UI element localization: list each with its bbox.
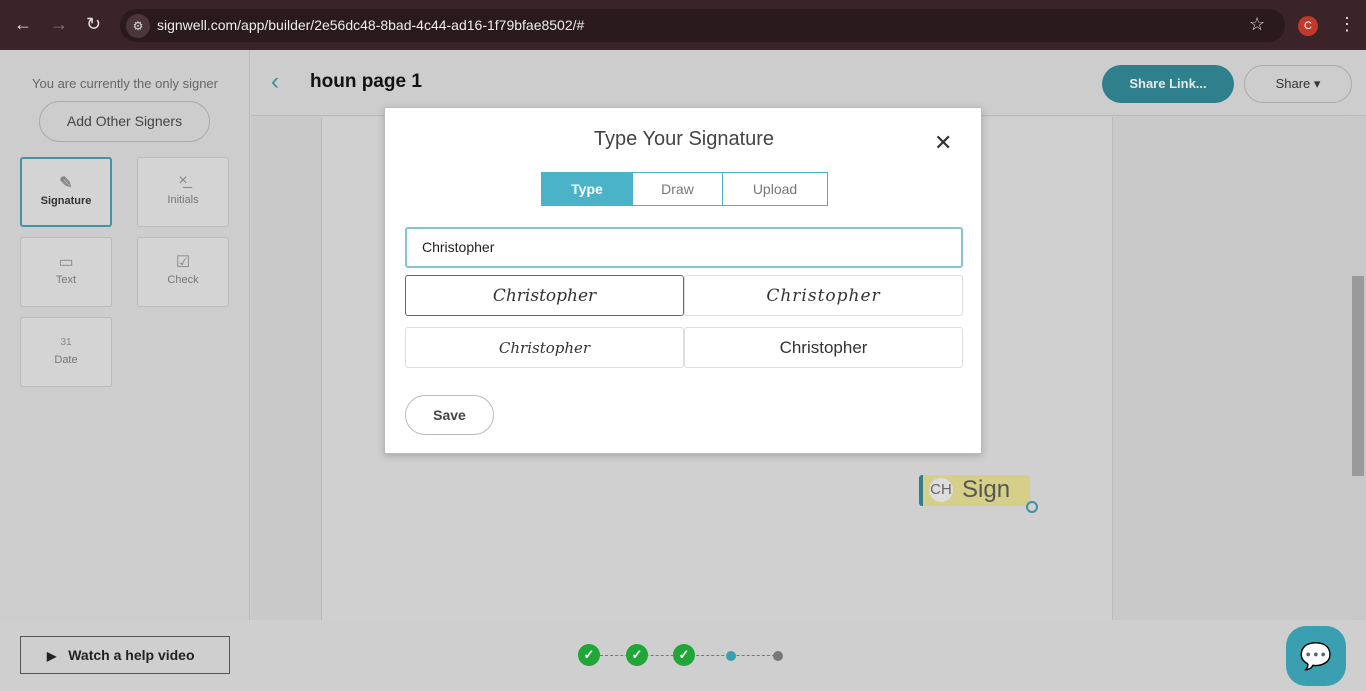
- scrollbar-thumb[interactable]: [1352, 276, 1364, 476]
- check-icon: ☑: [175, 254, 191, 271]
- signature-name-input[interactable]: Christopher: [405, 227, 963, 268]
- page-title: houn page 1: [310, 71, 422, 92]
- tool-date[interactable]: 31 Date: [20, 317, 112, 387]
- signature-modal: Type Your Signature ✕ Type Draw Upload C…: [384, 107, 982, 454]
- save-button[interactable]: Save: [405, 395, 494, 435]
- tool-label: Date: [54, 354, 78, 366]
- signature-style-option[interactable]: Christopher: [405, 275, 684, 316]
- step-4-current: [726, 651, 736, 661]
- signature-field[interactable]: CH Sign: [919, 475, 1030, 506]
- tab-draw[interactable]: Draw: [632, 173, 722, 205]
- signature-style-option[interactable]: Christopher: [684, 327, 963, 368]
- site-settings-icon[interactable]: ⚙: [126, 14, 150, 38]
- watch-help-video-button[interactable]: ▶ Watch a help video: [20, 636, 230, 674]
- pen-icon: ✎: [59, 175, 73, 192]
- help-label: Watch a help video: [68, 647, 195, 663]
- signature-field-label: Sign: [962, 476, 1011, 503]
- sidebar: You are currently the only signer Add Ot…: [0, 50, 250, 620]
- step-5: [773, 651, 783, 661]
- tool-signature[interactable]: ✎ Signature: [20, 157, 112, 227]
- profile-avatar[interactable]: C: [1298, 16, 1318, 36]
- signature-style-option[interactable]: Christopher: [684, 275, 963, 316]
- tool-text[interactable]: ▭ Text: [20, 237, 112, 307]
- tab-upload[interactable]: Upload: [722, 173, 827, 205]
- tool-label: Signature: [40, 195, 92, 207]
- footer: ▶ Watch a help video ✓ ✓ ✓ 💬: [0, 620, 1366, 691]
- modal-title: Type Your Signature: [593, 128, 775, 150]
- play-icon: ▶: [47, 649, 57, 663]
- chat-support-button[interactable]: 💬: [1286, 626, 1346, 686]
- share-button[interactable]: Share ▾: [1244, 65, 1352, 103]
- step-1-complete: ✓: [578, 644, 600, 666]
- signature-mode-tabs: Type Draw Upload: [541, 172, 828, 206]
- url-text: signwell.com/app/builder/2e56dc48-8bad-4…: [157, 17, 585, 33]
- tool-label: Text: [55, 274, 77, 286]
- menu-icon[interactable]: ⋮: [1338, 14, 1356, 35]
- resize-handle[interactable]: [1026, 501, 1038, 513]
- signer-initials-badge: CH: [929, 478, 953, 502]
- initials-icon: ×̲: [178, 172, 188, 189]
- step-2-complete: ✓: [626, 644, 648, 666]
- share-label: Share: [1275, 76, 1311, 91]
- back-chevron-icon[interactable]: ‹: [271, 68, 279, 96]
- browser-toolbar: ← → ↻ ⚙ signwell.com/app/builder/2e56dc4…: [0, 0, 1366, 50]
- address-bar[interactable]: ⚙ signwell.com/app/builder/2e56dc48-8bad…: [120, 9, 1285, 42]
- tool-label: Initials: [167, 194, 199, 206]
- chat-bubble-icon: 💬: [1299, 641, 1333, 671]
- share-link-button[interactable]: Share Link...: [1102, 65, 1234, 103]
- step-3-complete: ✓: [673, 644, 695, 666]
- close-icon[interactable]: ✕: [934, 130, 952, 156]
- reload-icon[interactable]: ↻: [86, 14, 101, 35]
- text-icon: ▭: [58, 254, 74, 271]
- tool-label: Check: [167, 274, 199, 286]
- bookmark-star-icon[interactable]: ☆: [1249, 14, 1265, 35]
- signature-style-option[interactable]: Christopher: [405, 327, 684, 368]
- add-other-signers-button[interactable]: Add Other Signers: [39, 101, 210, 142]
- forward-icon[interactable]: →: [50, 14, 68, 35]
- back-icon[interactable]: ←: [14, 14, 32, 35]
- signer-note: You are currently the only signer: [32, 76, 218, 91]
- calendar-icon: 31: [60, 337, 72, 348]
- tool-initials[interactable]: ×̲ Initials: [137, 157, 229, 227]
- tool-check[interactable]: ☑ Check: [137, 237, 229, 307]
- tab-type[interactable]: Type: [542, 173, 632, 205]
- scrollbar[interactable]: [1351, 116, 1366, 620]
